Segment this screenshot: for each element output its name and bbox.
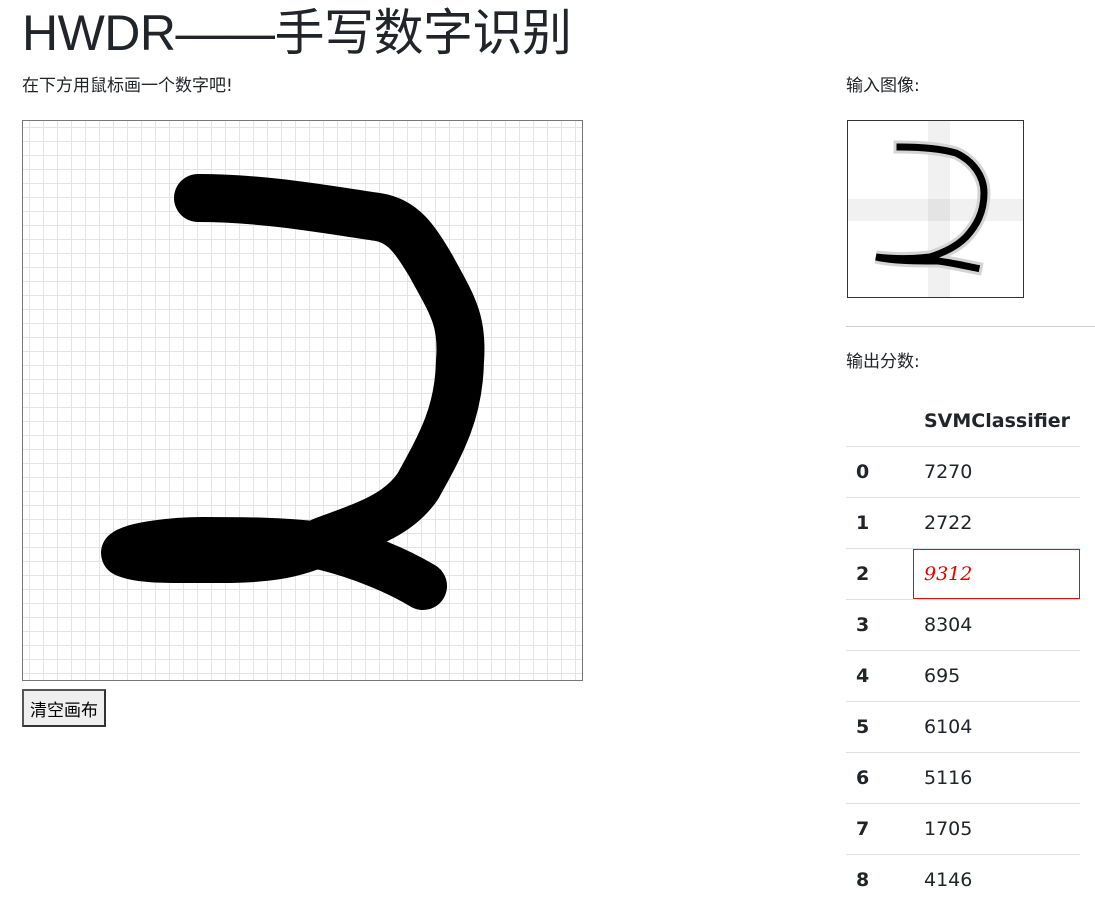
score-value: 7270 (913, 447, 1080, 498)
top-score-value: 9312 (913, 549, 1080, 600)
digit-label: 3 (846, 600, 913, 651)
digit-label: 7 (846, 804, 913, 855)
digit-label: 2 (846, 549, 913, 600)
table-row: 7 1705 (846, 804, 1080, 855)
score-value: 695 (913, 651, 1080, 702)
table-header-row: SVMClassifier (846, 396, 1080, 447)
digit-label: 8 (846, 855, 913, 905)
table-row: 1 2722 (846, 498, 1080, 549)
digit-label: 6 (846, 753, 913, 804)
score-value: 1705 (913, 804, 1080, 855)
table-row: 6 5116 (846, 753, 1080, 804)
section-divider (846, 326, 1095, 327)
handwritten-stroke (23, 121, 582, 680)
digit-label: 1 (846, 498, 913, 549)
output-scores-label: 输出分数: (846, 350, 920, 374)
digit-label: 0 (846, 447, 913, 498)
corner-header-cell (846, 396, 913, 447)
score-value: 4146 (913, 855, 1080, 905)
score-value: 2722 (913, 498, 1080, 549)
table-row: 3 8304 (846, 600, 1080, 651)
digit-label: 4 (846, 651, 913, 702)
scores-table: SVMClassifier 0 7270 1 2722 2 9312 3 830… (846, 396, 1080, 905)
table-row: 8 4146 (846, 855, 1080, 905)
page-title: HWDR——手写数字识别 (22, 0, 572, 66)
clear-canvas-button[interactable]: 清空画布 (22, 689, 106, 727)
drawing-instruction: 在下方用鼠标画一个数字吧! (22, 74, 233, 98)
table-row: 2 9312 (846, 549, 1080, 600)
score-value: 6104 (913, 702, 1080, 753)
classifier-column-header: SVMClassifier (913, 396, 1080, 447)
table-row: 0 7270 (846, 447, 1080, 498)
drawing-canvas[interactable] (22, 120, 583, 681)
input-digit-thumbnail (848, 121, 1023, 297)
digit-label: 5 (846, 702, 913, 753)
table-row: 4 695 (846, 651, 1080, 702)
input-image-label: 输入图像: (846, 74, 920, 98)
table-row: 5 6104 (846, 702, 1080, 753)
input-image-preview (847, 120, 1024, 298)
score-value: 5116 (913, 753, 1080, 804)
score-value: 8304 (913, 600, 1080, 651)
